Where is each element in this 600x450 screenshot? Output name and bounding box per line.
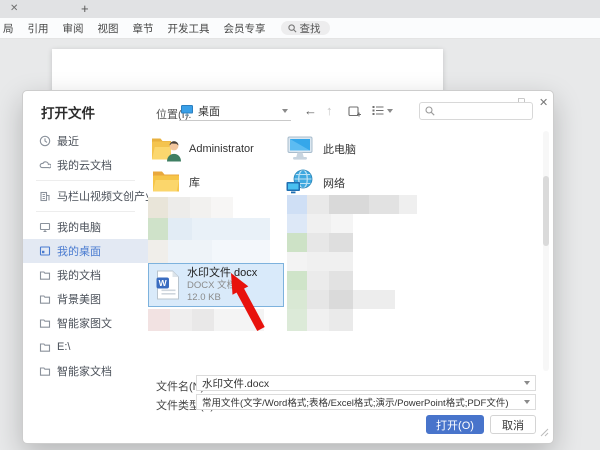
redacted-files-mosaic: [148, 309, 264, 331]
filetype-dropdown[interactable]: 常用文件(文字/Word格式;表格/Excel格式;演示/PowerPoint格…: [196, 394, 536, 410]
file-item-network[interactable]: 网络: [285, 169, 345, 196]
sidebar-item-my-documents[interactable]: 我的文档: [23, 263, 148, 287]
view-mode-button[interactable]: [372, 105, 393, 116]
sidebar-item-label: 智能家文档: [57, 363, 112, 379]
file-item-administrator[interactable]: Administrator: [151, 135, 254, 162]
close-icon[interactable]: ✕: [539, 96, 548, 109]
sidebar-item-label: 最近: [57, 133, 79, 149]
menu-item-member[interactable]: 会员专享: [224, 21, 266, 36]
chevron-down-icon: [387, 109, 393, 113]
clock-icon: [39, 135, 51, 147]
tab-close-icon[interactable]: ✕: [10, 3, 18, 14]
resize-grip[interactable]: [540, 428, 549, 437]
folder-icon: [151, 169, 181, 194]
sidebar-item-smarthome-graphics[interactable]: 智能家图文: [23, 311, 148, 335]
folder-icon: [39, 365, 51, 377]
open-file-dialog: 打开文件 □ ✕ 最近 我的云文档 马栏山视频文创产业园 我的电脑 我的桌面 我…: [22, 90, 554, 444]
file-item-this-pc[interactable]: 此电脑: [285, 135, 356, 162]
file-item-label: 此电脑: [323, 141, 356, 157]
search-icon: [425, 106, 435, 116]
folder-icon: [39, 269, 51, 281]
chevron-down-icon: [282, 109, 288, 113]
menu-item-sections[interactable]: 章节: [133, 21, 154, 36]
filename-dropdown[interactable]: 水印文件.docx: [196, 375, 536, 391]
docx-file-icon: W: [155, 270, 180, 300]
pc-icon: [285, 135, 315, 162]
redacted-files-mosaic: [148, 197, 270, 263]
dialog-title: 打开文件: [41, 102, 95, 122]
menu-bar: 局 引用 审阅 视图 章节 开发工具 会员专享 查找: [0, 18, 600, 39]
desktop-mini-icon: [181, 105, 193, 116]
filename-value: 水印文件.docx: [202, 376, 269, 391]
find-button[interactable]: 查找: [281, 21, 330, 35]
file-item-label: 库: [189, 174, 200, 190]
new-folder-icon: [348, 105, 362, 118]
sidebar-item-label: 我的云文档: [57, 157, 112, 173]
folder-icon: [39, 341, 51, 353]
chevron-down-icon: [524, 400, 530, 404]
sidebar-item-label: E:\: [57, 341, 70, 353]
sidebar-item-label: 我的桌面: [57, 243, 101, 259]
sidebar-item-org[interactable]: 马栏山视频文创产业园: [23, 184, 148, 208]
selected-file-type: DOCX 文档: [187, 280, 257, 292]
location-value: 桌面: [198, 103, 220, 119]
up-button[interactable]: ↑: [326, 103, 333, 118]
building-icon: [39, 190, 51, 202]
desktop-icon: [39, 245, 51, 257]
cloud-icon: [39, 159, 51, 171]
folder-icon: [39, 293, 51, 305]
sidebar-item-my-computer[interactable]: 我的电脑: [23, 215, 148, 239]
menu-item-devtools[interactable]: 开发工具: [168, 21, 210, 36]
search-box: [419, 102, 533, 120]
sidebar-item-label: 我的文档: [57, 267, 101, 283]
search-input[interactable]: [439, 105, 529, 118]
search-icon: [288, 24, 297, 33]
svg-text:W: W: [159, 278, 168, 288]
file-item-label: 网络: [323, 175, 345, 191]
sidebar-item-label: 智能家图文: [57, 315, 112, 331]
location-dropdown[interactable]: 桌面: [179, 101, 291, 121]
sidebar-item-label: 马栏山视频文创产业园: [57, 188, 148, 204]
new-tab-icon[interactable]: +: [81, 1, 89, 16]
folder-icon: [39, 317, 51, 329]
sidebar-item-my-desktop[interactable]: 我的桌面: [23, 239, 148, 263]
menu-item-view[interactable]: 视图: [98, 21, 119, 36]
file-item-libraries[interactable]: 库: [151, 169, 200, 194]
back-button[interactable]: ←: [304, 103, 317, 118]
sidebar-item-drive-e[interactable]: E:\: [23, 335, 148, 359]
computer-icon: [39, 221, 51, 233]
chevron-down-icon: [524, 381, 530, 385]
network-icon: [285, 169, 315, 196]
menu-item-layout[interactable]: 局: [3, 21, 14, 36]
file-item-label: Administrator: [189, 143, 254, 155]
new-folder-button[interactable]: [348, 105, 362, 123]
user-folder-icon: [151, 135, 181, 162]
filetype-value: 常用文件(文字/Word格式;表格/Excel格式;演示/PowerPoint格…: [202, 395, 509, 409]
tab-bar: ✕ +: [0, 0, 600, 18]
sidebar-item-smarthome-docs[interactable]: 智能家文档: [23, 359, 148, 383]
list-view-icon: [372, 105, 384, 116]
menu-item-review[interactable]: 审阅: [63, 21, 84, 36]
cancel-button[interactable]: 取消: [490, 415, 536, 434]
redacted-files-mosaic: [287, 195, 417, 331]
sidebar-divider: [36, 211, 135, 212]
sidebar-item-bg-images[interactable]: 背景美图: [23, 287, 148, 311]
list-scrollbar[interactable]: [543, 131, 549, 371]
find-label: 查找: [300, 21, 321, 36]
scrollbar-thumb[interactable]: [543, 176, 549, 246]
selected-file-size: 12.0 KB: [187, 292, 257, 304]
menu-item-references[interactable]: 引用: [28, 21, 49, 36]
selected-file-name: 水印文件.docx: [187, 266, 257, 280]
sidebar-item-recent[interactable]: 最近: [23, 129, 148, 153]
dialog-sidebar: 最近 我的云文档 马栏山视频文创产业园 我的电脑 我的桌面 我的文档 背景美图: [23, 129, 148, 383]
sidebar-divider: [36, 180, 135, 181]
open-button[interactable]: 打开(O): [426, 415, 484, 434]
sidebar-item-label: 背景美图: [57, 291, 101, 307]
sidebar-item-cloud-docs[interactable]: 我的云文档: [23, 153, 148, 177]
sidebar-item-label: 我的电脑: [57, 219, 101, 235]
selected-file-item[interactable]: W 水印文件.docx DOCX 文档 12.0 KB: [148, 263, 284, 307]
